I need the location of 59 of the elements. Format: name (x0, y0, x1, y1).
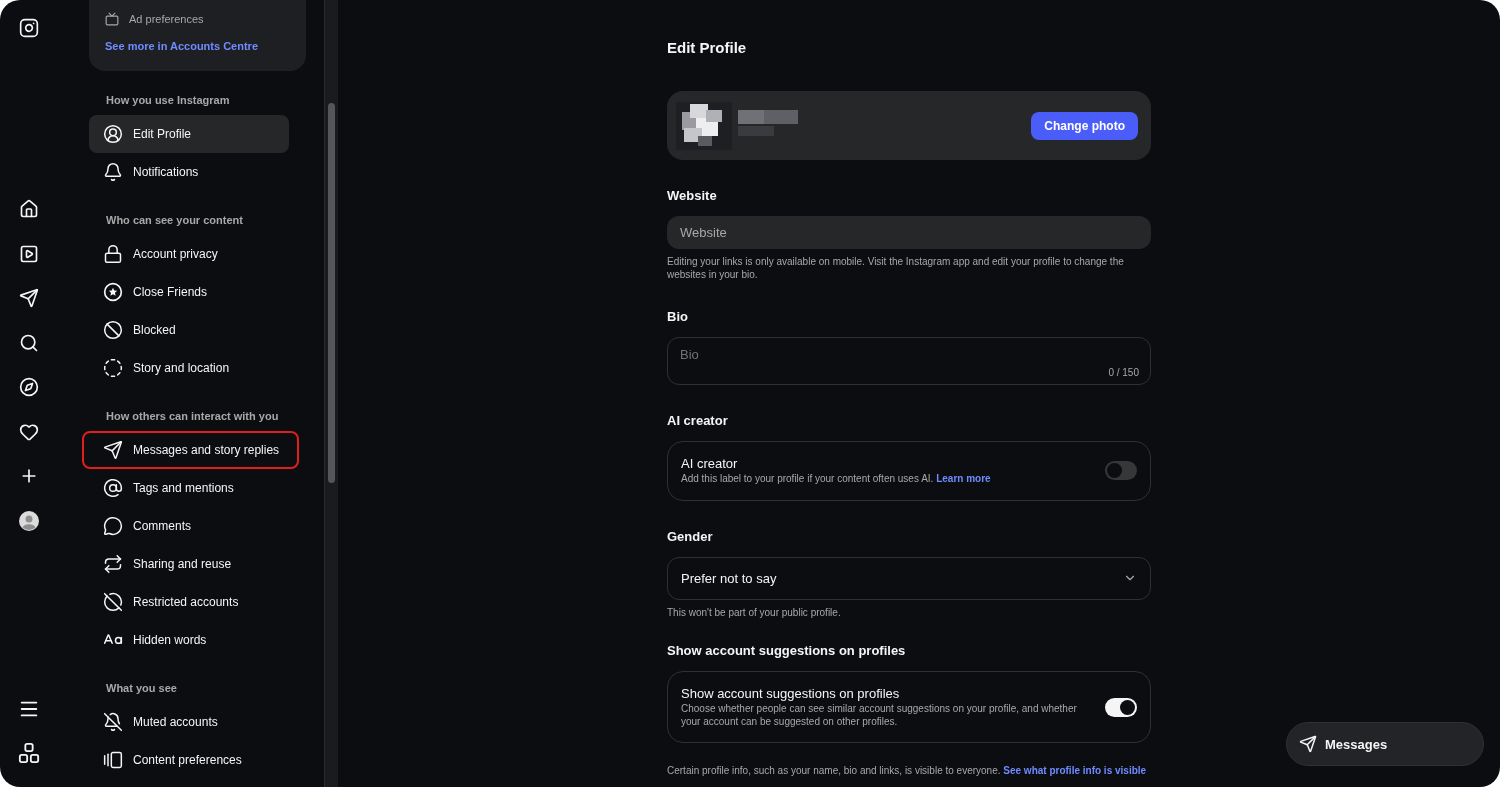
settings-menu-item[interactable]: Hidden words (89, 621, 289, 659)
user-circle-icon (103, 124, 123, 144)
footer-text: Certain profile info, such as your name, bio and links, is visible to everyone. See what profile info is visible (667, 765, 1148, 776)
gender-select[interactable]: Prefer not to say (667, 556, 1151, 600)
shapes-grid-icon[interactable] (16, 741, 41, 765)
avatar-icon[interactable] (16, 508, 41, 533)
toggle-switch[interactable] (1105, 461, 1137, 481)
blocked-icon (103, 320, 123, 340)
stacked-media-icon (103, 750, 123, 770)
page-title: Edit Profile (667, 39, 748, 56)
settings-menu-item[interactable]: Story and location (89, 349, 289, 387)
learn-more-link[interactable]: Learn more (936, 473, 991, 484)
paper-plane-icon (1299, 735, 1317, 753)
speech-bubble-icon (103, 516, 123, 536)
change-photo-button[interactable]: Change photo (1031, 111, 1138, 140)
settings-menu-item[interactable]: Restricted accounts (89, 583, 289, 621)
section-heading: How others can interact with you (105, 410, 280, 422)
section-heading: AI creator (667, 413, 729, 428)
field-label: Bio (667, 309, 689, 324)
setting-description: Add this label to your profile if your content often uses AI. Learn more (681, 473, 991, 486)
setting-title: Show account suggestions on profiles (681, 686, 901, 701)
crossed-circle-icon (103, 592, 123, 612)
bell-icon (103, 162, 123, 182)
at-sign-icon (103, 478, 123, 498)
help-text: Editing your links is only available on mobile. Visit the Instagram app and edit your profile to change the websites in your bio. (667, 256, 1125, 281)
section-heading: Who can see your content (105, 214, 244, 226)
settings-menu-item[interactable]: Comments (89, 507, 289, 545)
field-label: Website (667, 188, 718, 203)
settings-menu-item[interactable]: Notifications (89, 153, 289, 191)
profile-info-link[interactable]: See what profile info is visible (1003, 765, 1147, 776)
section-heading: What you see (105, 682, 178, 694)
section-heading: How you use Instagram (105, 94, 231, 106)
paper-plane-icon (103, 440, 123, 460)
settings-menu-item[interactable]: Muted accounts (89, 703, 289, 741)
settings-menu-item[interactable]: Close Friends (89, 273, 289, 311)
settings-menu-item[interactable]: Content preferences (89, 741, 289, 779)
settings-menu-item[interactable]: Account privacy (89, 235, 289, 273)
star-circle-icon (103, 282, 123, 302)
settings-menu-item[interactable]: Blocked (89, 311, 289, 349)
toggle-switch[interactable] (1105, 697, 1137, 717)
settings-menu-item[interactable]: Messages and story replies (82, 431, 299, 469)
settings-menu-item[interactable]: Sharing and reuse (89, 545, 289, 583)
menu-item-label[interactable]: Ad preferences (129, 13, 204, 25)
field-label: Gender (667, 528, 714, 544)
bell-off-icon (103, 712, 123, 732)
setting-title: AI creator (681, 456, 739, 471)
repeat-icon (103, 554, 123, 574)
accounts-centre-link[interactable]: See more in Accounts Centre (105, 40, 259, 52)
setting-description: Choose whether people can see similar account suggestions on your profile, and whether your account can be suggested on other profiles. (681, 703, 1078, 728)
scrollbar[interactable] (324, 0, 338, 787)
website-field[interactable]: Website (667, 216, 1151, 249)
settings-menu-item[interactable]: Edit Profile (89, 115, 289, 153)
help-text: This won't be part of your public profile. (667, 606, 842, 619)
messages-button[interactable]: Messages (1286, 722, 1484, 766)
dashed-circle-icon (103, 358, 123, 378)
character-counter: 0 / 150 (1108, 367, 1139, 378)
section-heading: Show account suggestions on profiles (667, 643, 907, 658)
lock-icon (103, 244, 123, 264)
settings-menu-item[interactable]: Tags and mentions (89, 469, 289, 507)
